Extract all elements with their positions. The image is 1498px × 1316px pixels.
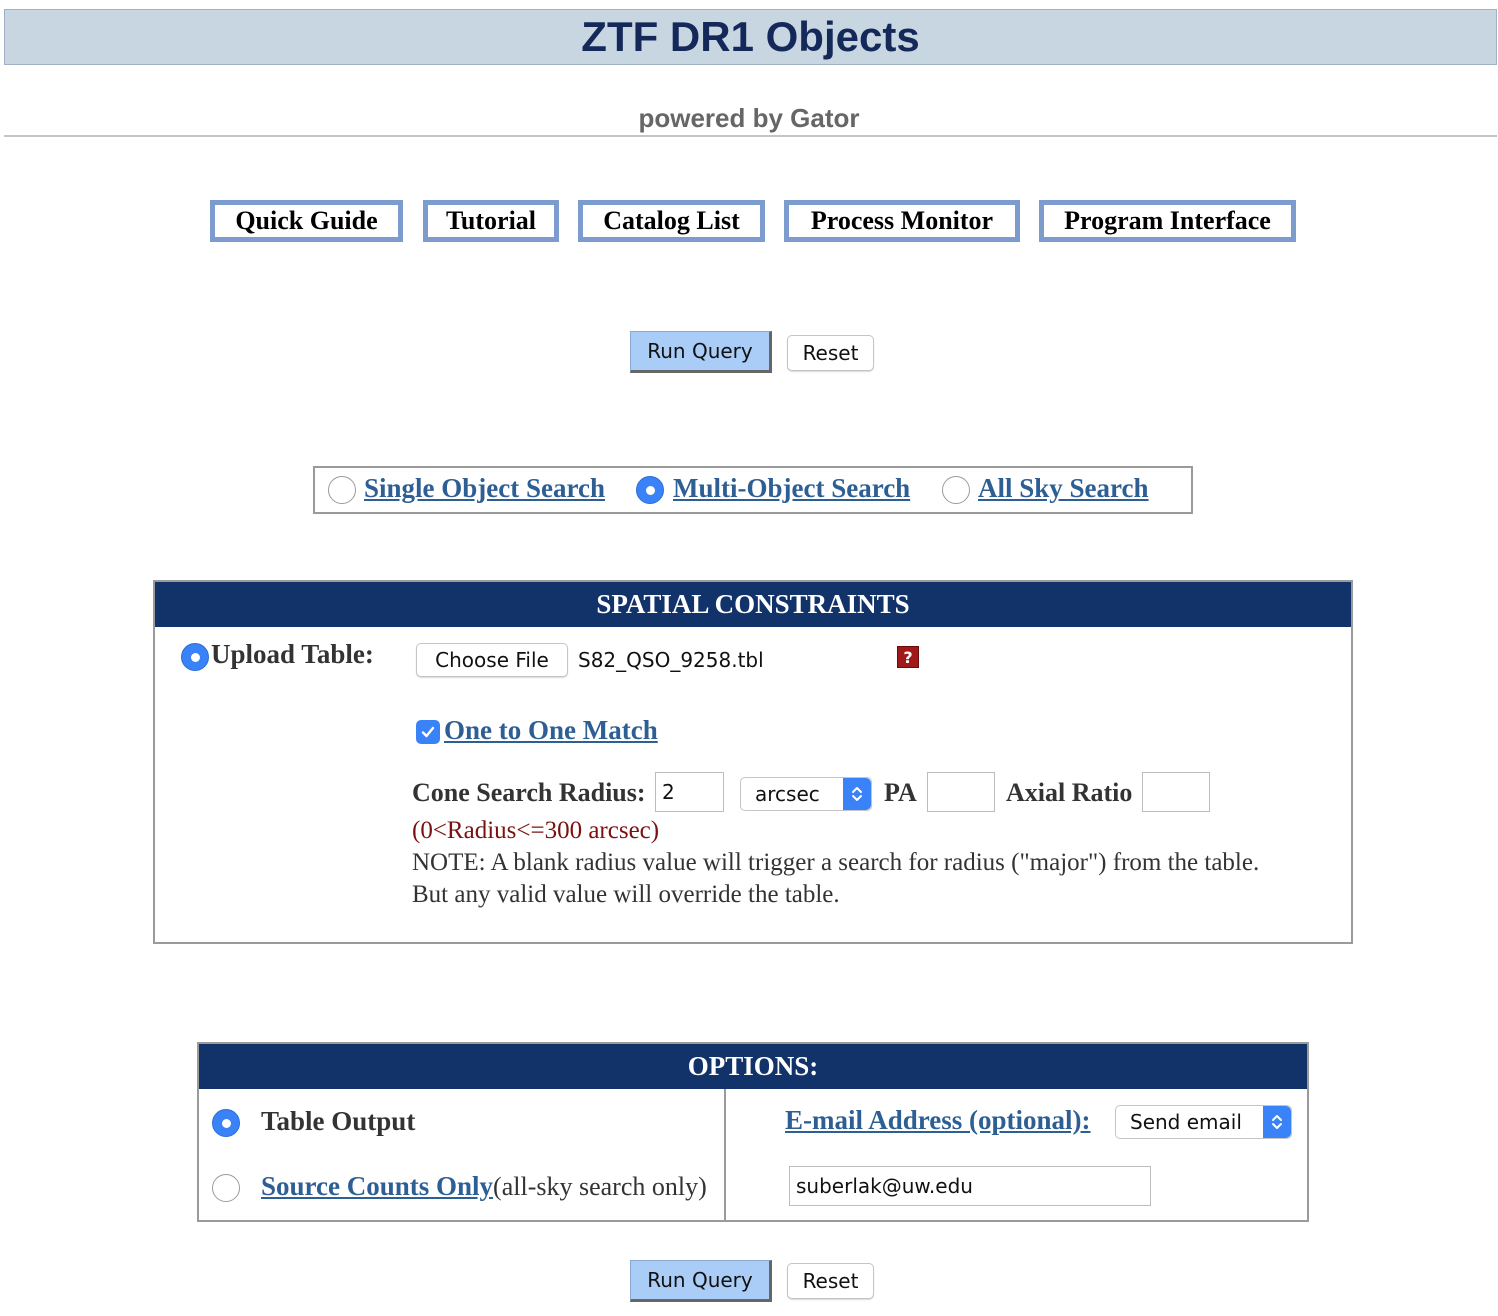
process-monitor-link[interactable]: Process Monitor xyxy=(784,200,1020,242)
email-send-select[interactable]: Send email xyxy=(1115,1105,1292,1139)
run-query-button-bottom[interactable]: Run Query xyxy=(630,1260,772,1302)
chevron-updown-icon xyxy=(843,778,871,810)
upload-table-radio[interactable] xyxy=(181,643,209,671)
email-address-link[interactable]: E-mail Address (optional): xyxy=(785,1105,1091,1136)
options-divider xyxy=(724,1089,726,1220)
source-counts-row: Source Counts Only(all-sky search only) xyxy=(261,1171,707,1202)
note-line-2: But any valid value will override the ta… xyxy=(412,881,840,908)
source-counts-radio[interactable] xyxy=(212,1174,240,1202)
email-send-value: Send email xyxy=(1130,1110,1242,1134)
table-output-radio[interactable] xyxy=(212,1109,240,1137)
single-object-search-link[interactable]: Single Object Search xyxy=(364,473,605,504)
cone-radius-label: Cone Search Radius: xyxy=(412,778,646,807)
options-heading: OPTIONS: xyxy=(199,1044,1307,1089)
run-query-button-top[interactable]: Run Query xyxy=(630,331,772,373)
question-icon[interactable]: ? xyxy=(897,646,919,668)
multi-object-radio[interactable] xyxy=(636,476,664,504)
divider xyxy=(4,135,1497,137)
axial-ratio-input[interactable] xyxy=(1142,772,1210,812)
single-object-radio[interactable] xyxy=(328,476,356,504)
one-to-one-checkbox[interactable] xyxy=(416,720,440,744)
program-interface-link[interactable]: Program Interface xyxy=(1039,200,1296,242)
email-input[interactable]: suberlak@uw.edu xyxy=(789,1166,1151,1206)
radius-hint: (0<Radius<=300 arcsec) xyxy=(412,817,660,844)
source-counts-note: (all-sky search only) xyxy=(493,1172,707,1201)
one-to-one-match-link[interactable]: One to One Match xyxy=(444,715,658,746)
file-name: S82_QSO_9258.tbl xyxy=(578,648,764,672)
choose-file-button[interactable]: Choose File xyxy=(416,643,568,677)
page-title: ZTF DR1 Objects xyxy=(581,13,920,60)
upload-table-label: Upload Table: xyxy=(211,639,374,669)
all-sky-search-link[interactable]: All Sky Search xyxy=(978,473,1149,504)
tutorial-link[interactable]: Tutorial xyxy=(423,200,559,242)
powered-by-text: powered by Gator xyxy=(638,103,860,133)
multi-object-search-link[interactable]: Multi-Object Search xyxy=(673,473,910,504)
source-counts-link[interactable]: Source Counts Only xyxy=(261,1171,493,1201)
reset-button-bottom[interactable]: Reset xyxy=(787,1263,874,1299)
radius-input[interactable]: 2 xyxy=(655,772,724,812)
axial-ratio-label: Axial Ratio xyxy=(1006,778,1133,807)
title-bar: ZTF DR1 Objects xyxy=(4,9,1497,65)
radius-unit-value: arcsec xyxy=(755,782,820,806)
pa-input[interactable] xyxy=(927,772,995,812)
table-output-label: Table Output xyxy=(261,1106,416,1136)
note-line-1: NOTE: A blank radius value will trigger … xyxy=(412,849,1260,876)
quick-guide-link[interactable]: Quick Guide xyxy=(210,200,403,242)
chevron-updown-icon xyxy=(1263,1106,1291,1138)
pa-label: PA xyxy=(884,778,917,807)
all-sky-radio[interactable] xyxy=(942,476,970,504)
check-icon xyxy=(421,726,435,738)
spatial-constraints-heading: SPATIAL CONSTRAINTS xyxy=(155,582,1351,627)
catalog-list-link[interactable]: Catalog List xyxy=(578,200,765,242)
radius-unit-select[interactable]: arcsec xyxy=(740,777,872,811)
reset-button-top[interactable]: Reset xyxy=(787,335,874,371)
